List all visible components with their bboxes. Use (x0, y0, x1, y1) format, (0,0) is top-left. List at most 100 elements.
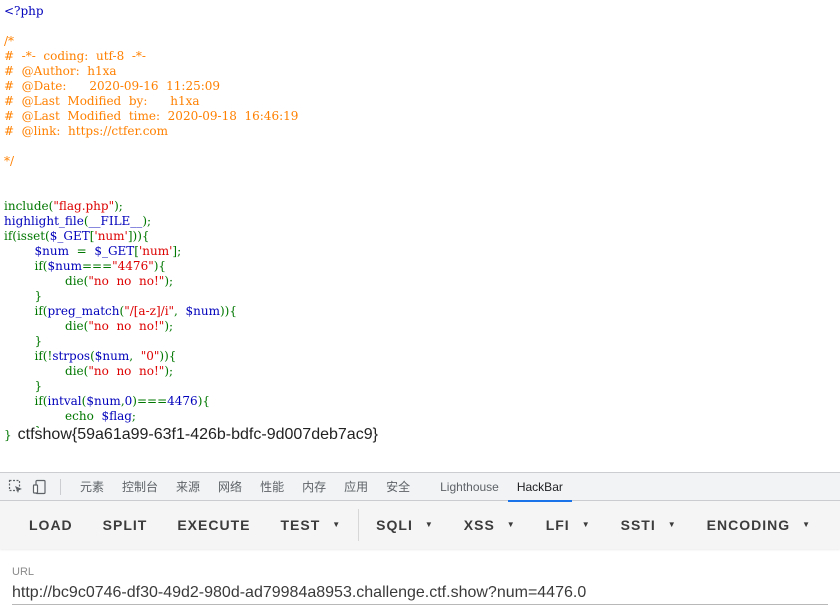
tab-sources[interactable]: 来源 (167, 473, 209, 501)
code-token: $_GET (94, 244, 135, 258)
code-token: "flag.php" (53, 199, 115, 213)
code-token: ){ (197, 394, 211, 408)
code-line: # @Author: h1xa (4, 64, 834, 79)
lfi-menu[interactable]: LFI ▼ (531, 508, 606, 542)
sqli-menu-label: SQLI (376, 517, 413, 533)
tab-performance[interactable]: 性能 (251, 473, 293, 501)
encoding-menu-label: ENCODING (706, 517, 791, 533)
code-line: # -*- coding: utf-8 -*- (4, 49, 834, 64)
code-token: } (4, 289, 43, 303)
lfi-menu-label: LFI (545, 517, 570, 533)
tab-memory[interactable]: 内存 (293, 473, 335, 501)
url-label: URL (12, 566, 35, 578)
code-token: if( (34, 259, 48, 273)
code-token: $num (47, 259, 82, 273)
ssti-menu-label: SSTI (620, 517, 656, 533)
code-line: $num = $_GET['num']; (4, 244, 834, 259)
closing-brace: } (4, 428, 12, 442)
tab-elements[interactable]: 元素 (71, 473, 113, 501)
execute-button[interactable]: EXECUTE (162, 508, 265, 542)
tab-network[interactable]: 网络 (209, 473, 251, 501)
code-line: include("flag.php"); (4, 199, 834, 214)
code-token: )){ (219, 304, 237, 318)
code-line: die("no no no!"); (4, 319, 834, 334)
xss-menu[interactable]: XSS ▼ (449, 508, 531, 542)
sqli-menu[interactable]: SQLI ▼ (361, 508, 449, 542)
code-line: if(!strpos($num, "0")){ (4, 349, 834, 364)
code-token: ); (114, 199, 123, 213)
code-token: highlight_file (4, 214, 84, 228)
code-token: __FILE__ (88, 214, 143, 228)
caret-down-icon: ▼ (332, 520, 342, 529)
code-token: if( (34, 394, 48, 408)
code-token: "no no no!" (88, 364, 165, 378)
tab-hackbar[interactable]: HackBar (507, 473, 572, 502)
tab-lighthouse[interactable]: Lighthouse (431, 473, 508, 501)
devtools-tab-bar: 元素 控制台 来源 网络 性能 内存 应用 安全 Lighthouse HackBar (0, 473, 840, 502)
toolbar-divider (358, 509, 360, 541)
encoding-menu[interactable]: ENCODING ▼ (692, 508, 826, 542)
tab-console[interactable]: 控制台 (113, 473, 167, 501)
code-token: # @Author: h1xa (4, 64, 117, 78)
code-token: === (81, 259, 113, 273)
code-token: die( (65, 364, 89, 378)
split-button-label: SPLIT (102, 517, 148, 533)
code-token: = (76, 244, 95, 258)
split-button[interactable]: SPLIT (88, 508, 163, 542)
code-token: die( (65, 319, 89, 333)
code-token: intval (47, 394, 82, 408)
code-token: # @Date: 2020-09-16 11:25:09 (4, 79, 221, 93)
devtools-panel: 元素 控制台 来源 网络 性能 内存 应用 安全 Lighthouse HackBar LOAD S… (0, 472, 840, 616)
code-token: , (129, 349, 141, 363)
code-line: } (4, 289, 834, 304)
code-token: "0" (140, 349, 160, 363)
code-token: ; (131, 409, 136, 423)
ssti-menu[interactable]: SSTI ▼ (606, 508, 692, 542)
test-menu[interactable]: TEST ▼ (265, 508, 356, 542)
code-token: )){ (159, 349, 177, 363)
code-token: $_GET (49, 229, 90, 243)
caret-down-icon: ▼ (802, 520, 812, 529)
code-token: $flag (101, 409, 132, 423)
load-button-label: LOAD (29, 517, 73, 533)
code-token: ]; (172, 244, 182, 258)
tab-security[interactable]: 安全 (377, 473, 419, 501)
code-token: $num (185, 304, 220, 318)
code-token: "no no no!" (88, 319, 165, 333)
tab-application[interactable]: 应用 (335, 473, 377, 501)
test-menu-label: TEST (280, 517, 321, 533)
element-picker-icon[interactable] (6, 477, 26, 497)
xss-menu-label: XSS (463, 517, 495, 533)
code-token: ); (164, 319, 174, 333)
code-token: # @Last Modified time: 2020-09-18 16:46:… (4, 109, 299, 123)
code-line: # @Last Modified time: 2020-09-18 16:46:… (4, 109, 834, 124)
code-token: /* (4, 34, 15, 48)
code-token: ){ (153, 259, 167, 273)
code-line: # @Last Modified by: h1xa (4, 94, 834, 109)
code-token: # @link: https://ctfer.com (4, 124, 169, 138)
page-output: } ctfshow{59a61a99-63f1-426b-bdfc-9d007de… (4, 426, 378, 446)
flag-output: ctfshow{59a61a99-63f1-426b-bdfc-9d007deb… (17, 426, 378, 443)
code-token: } (4, 379, 43, 393)
url-input[interactable] (12, 581, 828, 605)
code-token: $num (34, 244, 77, 258)
code-token: echo (65, 409, 102, 423)
code-line: echo $flag; (4, 409, 834, 424)
code-line: /* (4, 34, 834, 49)
load-button[interactable]: LOAD (14, 508, 88, 542)
caret-down-icon: ▼ (581, 520, 591, 529)
device-toolbar-icon[interactable] (30, 477, 50, 497)
toolbar-divider (60, 478, 61, 495)
code-token: # @Last Modified by: h1xa (4, 94, 200, 108)
code-line: die("no no no!"); (4, 274, 834, 289)
code-line: <?php (4, 4, 834, 19)
